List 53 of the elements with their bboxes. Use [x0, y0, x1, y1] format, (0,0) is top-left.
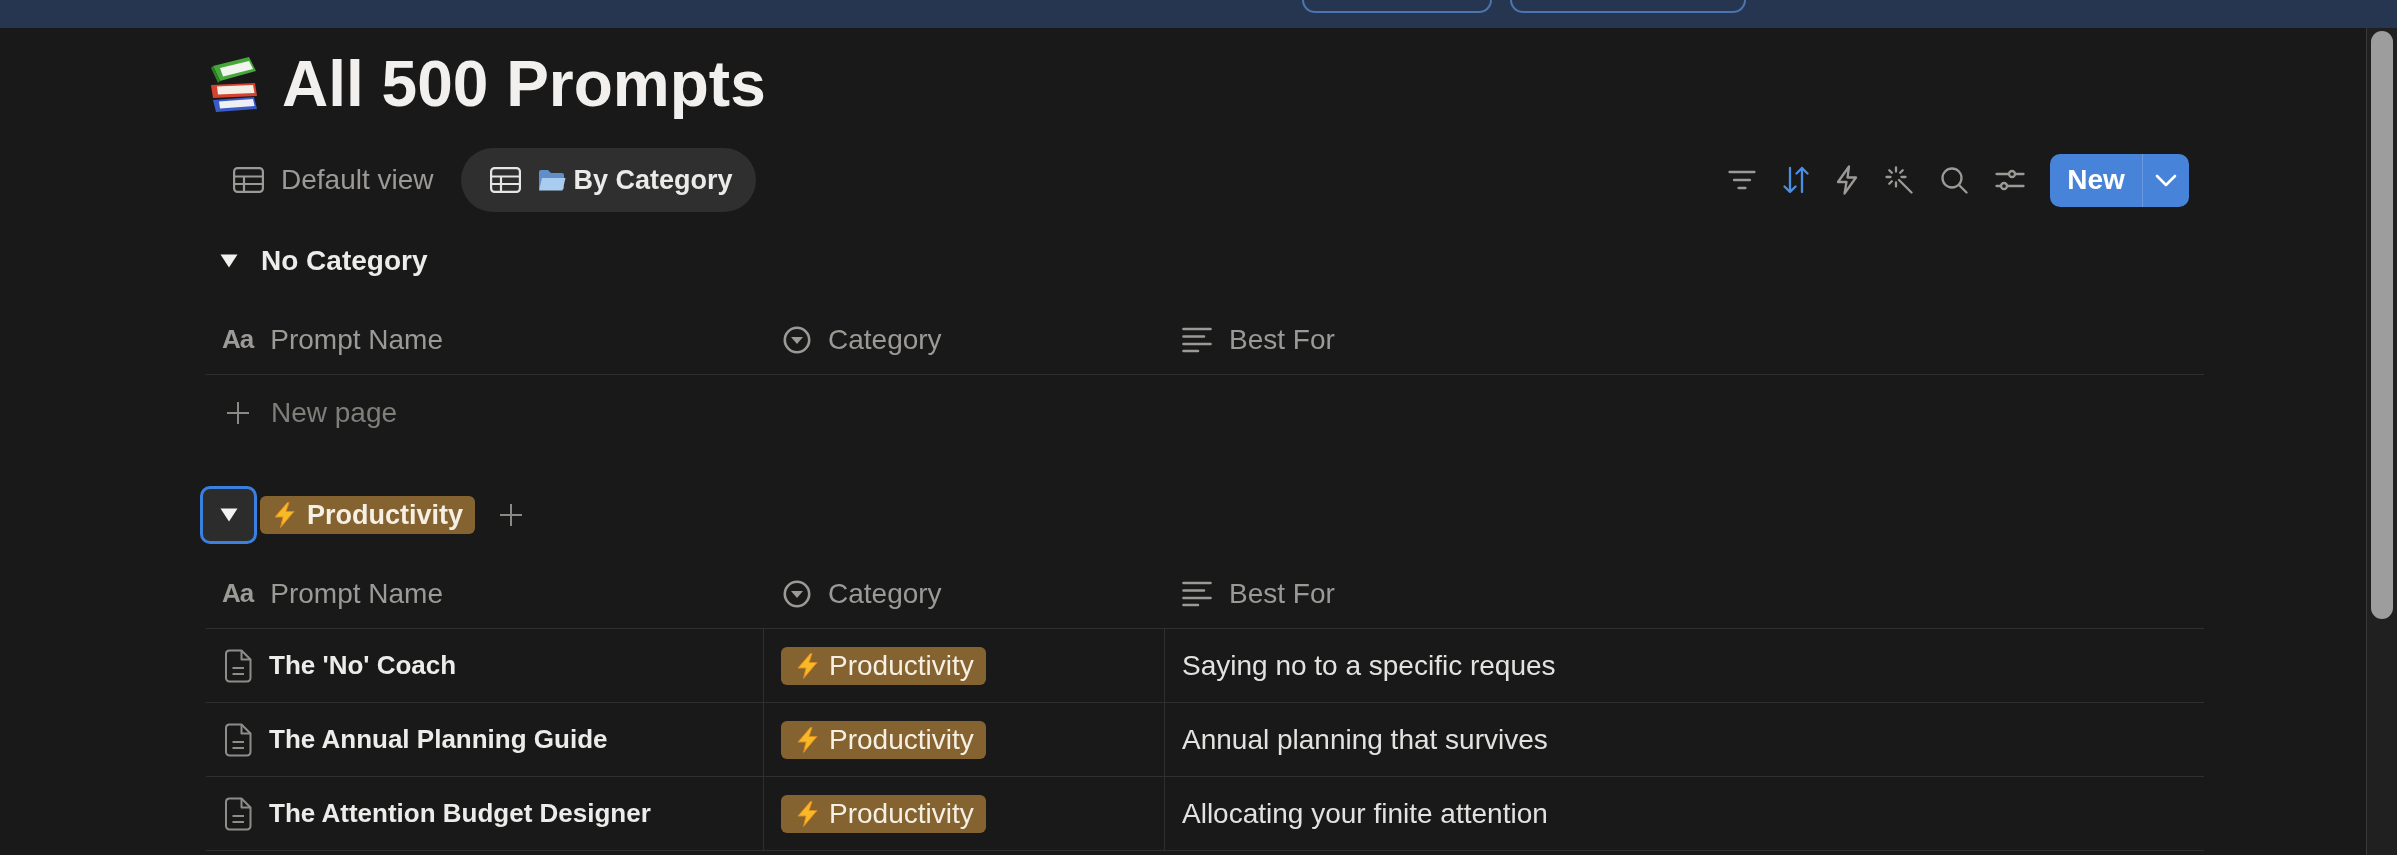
- prompt-name: The Annual Planning Guide: [269, 724, 608, 755]
- chevron-down-icon: [2155, 173, 2177, 187]
- tag-label: Productivity: [829, 797, 974, 830]
- circle-chevron-icon: [783, 325, 811, 354]
- lightning-icon: [797, 652, 818, 679]
- lightning-icon: [797, 800, 818, 827]
- best-for-text: Saying no to a specific reques: [1182, 649, 1556, 682]
- new-page-button[interactable]: New page: [206, 375, 2204, 450]
- column-header[interactable]: Category: [764, 305, 1165, 374]
- filter-icon[interactable]: [1728, 170, 1756, 190]
- search-icon[interactable]: [1940, 166, 1968, 194]
- property-type-glyph: Aa: [222, 324, 254, 355]
- prompt-name: The Attention Budget Designer: [269, 798, 651, 829]
- column-header[interactable]: Aa Prompt Name: [206, 559, 764, 628]
- plus-icon: [226, 400, 250, 425]
- scrollbar-thumb[interactable]: [2371, 31, 2393, 619]
- document-icon: [225, 722, 252, 757]
- view-tab[interactable]: Default view: [206, 148, 461, 212]
- view-tab[interactable]: By Category: [460, 148, 756, 212]
- folder-icon: [537, 168, 566, 192]
- tag-label: Productivity: [829, 649, 974, 682]
- new-dropdown-button[interactable]: [2142, 153, 2189, 207]
- document-icon: [225, 648, 252, 683]
- circle-chevron-icon: [783, 579, 811, 608]
- column-header[interactable]: Aa Prompt Name: [206, 305, 764, 374]
- column-header[interactable]: Category: [764, 559, 1165, 628]
- best-for-text: Allocating your finite attention: [1182, 797, 1548, 830]
- lightning-icon[interactable]: [1836, 165, 1858, 195]
- document-icon: [225, 796, 252, 831]
- top-bar-button[interactable]: [1510, 0, 1746, 13]
- page-title: All 500 Prompts: [282, 47, 766, 122]
- group-label: No Category: [261, 245, 428, 277]
- magic-wand-icon[interactable]: [1885, 166, 1913, 194]
- tag-label: Productivity: [307, 499, 464, 531]
- sliders-icon[interactable]: [1995, 168, 2025, 192]
- property-type-glyph: Aa: [222, 578, 254, 609]
- lightning-icon: [274, 502, 295, 528]
- text-lines-icon: [1182, 326, 1212, 353]
- column-header[interactable]: Best For: [1165, 559, 2204, 628]
- new-button[interactable]: New: [2050, 153, 2142, 207]
- best-for-text: Annual planning that survives: [1182, 723, 1548, 756]
- column-header[interactable]: Best For: [1165, 305, 2204, 374]
- lightning-icon: [797, 726, 818, 753]
- tag-label: Productivity: [829, 723, 974, 756]
- sort-icon[interactable]: [1783, 166, 1809, 194]
- top-bar-button[interactable]: [1302, 0, 1492, 13]
- group-toggle-button[interactable]: [200, 486, 257, 544]
- plus-icon: [499, 503, 524, 527]
- add-button[interactable]: [499, 503, 524, 527]
- table-icon: [233, 167, 264, 193]
- prompt-name: The 'No' Coach: [269, 650, 457, 681]
- text-lines-icon: [1182, 580, 1212, 607]
- table-icon: [489, 167, 521, 193]
